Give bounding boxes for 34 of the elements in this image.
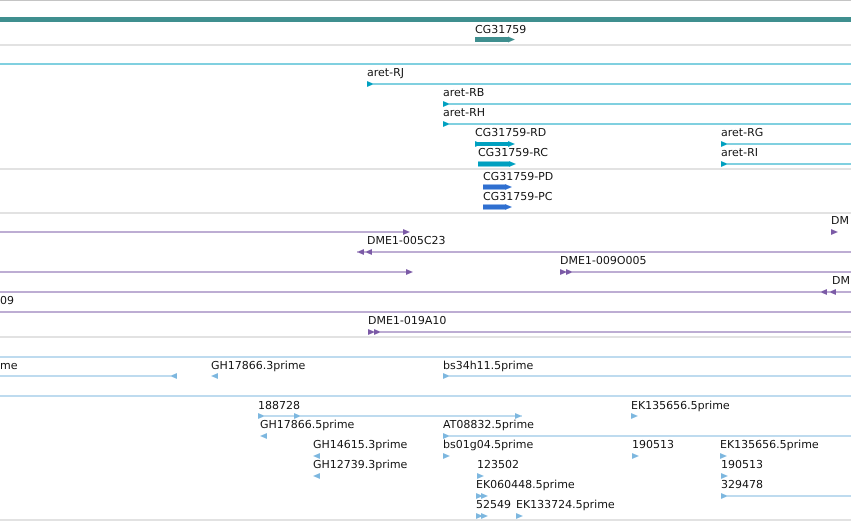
feature-label: CG31759-RD [475,126,546,140]
feature-label: DM [831,214,849,228]
feature-label: DME1-019A10 [368,314,446,328]
feature-label: CG31759-RC [478,146,548,160]
feature-label: 190513 [632,438,674,452]
feature-label: EK135656.5prime [720,438,819,452]
feature-label: GH14615.3prime [313,438,408,452]
feature-label: bs01g04.5prime [443,438,534,452]
feature-label: CG31759-PD [483,170,554,184]
feature-label: bs34h11.5prime [443,359,534,373]
feature-label: 329478 [721,478,763,492]
feature-label: me [0,359,18,373]
feature-label: aret-RJ [367,66,404,80]
feature-label: 123502 [477,458,519,472]
feature-label: EK135656.5prime [631,399,730,413]
feature-label: CG31759-PC [483,190,552,204]
feature-label: aret-RI [721,146,758,160]
feature-label: GH17866.3prime [211,359,306,373]
feature-label: aret-RB [443,86,484,100]
feature-label: EK133724.5prime [516,498,615,512]
feature-label: CG31759 [475,23,526,37]
feature-label: GH17866.5prime [260,418,354,432]
feature-label: 190513 [721,458,763,472]
feature-label: 09 [0,294,14,308]
feature-label: DM [832,274,850,288]
feature-label: EK060448.5prime [476,478,575,492]
feature-label: GH12739.3prime [313,458,408,472]
feature-label: DME1-009O005 [560,254,647,268]
feature-label: 52549 [476,498,511,512]
feature-label: aret-RH [443,106,485,120]
feature-label: aret-RG [721,126,764,140]
feature-label: 188728 [258,399,300,413]
feature-label: AT08832.5prime [443,418,534,432]
feature-label: DME1-005C23 [367,234,446,248]
